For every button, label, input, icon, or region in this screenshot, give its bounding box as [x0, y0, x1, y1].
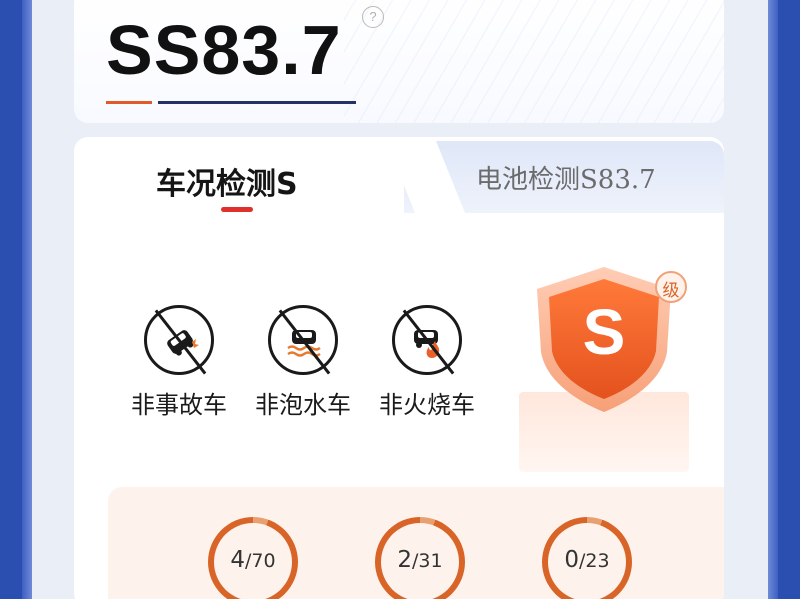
app-screen: SS83.7 ? 车况检测S 电池检测S83.7 非事故车 非泡水车 非火烧车 … — [22, 0, 778, 599]
tab-battery-label[interactable]: 电池检测S83.7 — [476, 159, 656, 196]
badge-label: 非火烧车 — [379, 391, 475, 419]
stat-ring: 0/23 — [542, 517, 632, 599]
badge-no-accident: 非事故车 — [124, 305, 234, 420]
tab-vehicle-inspection[interactable]: 车况检测S — [156, 159, 298, 203]
badge-no-flood: 非泡水车 — [248, 305, 358, 420]
stat-value: 0/23 — [564, 547, 610, 573]
stat-ring: 2/31 — [375, 517, 465, 599]
active-tab-indicator — [221, 207, 253, 212]
inspection-card: 车况检测S 电池检测S83.7 非事故车 非泡水车 非火烧车 S 级 4/70 … — [74, 137, 724, 599]
grade-letter: S — [582, 296, 626, 368]
stat-value: 2/31 — [397, 547, 443, 573]
grade-suffix: 级 — [662, 281, 680, 301]
badge-label: 非事故车 — [131, 391, 227, 419]
score-card: SS83.7 ? — [74, 0, 724, 123]
no-fire-icon — [392, 305, 462, 375]
badge-label: 非泡水车 — [255, 391, 351, 419]
question-circle-icon[interactable]: ? — [362, 6, 384, 28]
overall-score: SS83.7 — [106, 11, 342, 89]
no-flood-icon — [268, 305, 338, 375]
stat-value: 4/70 — [230, 547, 276, 573]
score-underline — [158, 101, 356, 104]
no-accident-icon — [144, 305, 214, 375]
card-decoration — [344, 0, 724, 123]
grade-shield-icon: S 级 — [519, 257, 699, 457]
badge-no-fire: 非火烧车 — [372, 305, 482, 420]
score-underline-accent — [106, 101, 152, 104]
stat-ring: 4/70 — [208, 517, 298, 599]
